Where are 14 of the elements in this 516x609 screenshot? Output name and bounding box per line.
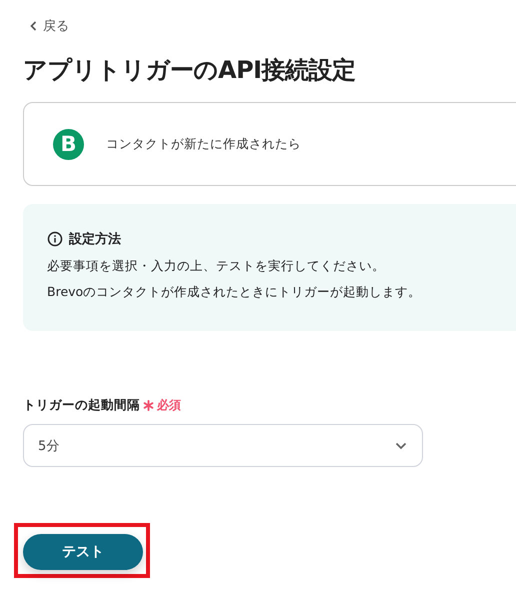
info-icon — [47, 231, 63, 247]
trigger-name: コンタクトが新たに作成されたら — [106, 136, 301, 152]
back-link[interactable]: 戻る — [30, 17, 69, 35]
info-text: 必要事項を選択・入力の上、テストを実行してください。 — [47, 258, 386, 274]
page-title: アプリトリガーのAPI接続設定 — [23, 55, 357, 85]
required-label: 必須 — [157, 397, 181, 414]
app-logo-icon: B — [53, 128, 84, 160]
info-heading: 設定方法 — [69, 230, 121, 248]
test-button[interactable]: テスト — [23, 534, 143, 570]
chevron-left-icon — [30, 21, 37, 31]
interval-select[interactable]: 5分 — [23, 424, 423, 467]
field-label: トリガーの起動間隔 — [23, 397, 140, 414]
chevron-down-icon — [395, 442, 407, 450]
info-text: Brevoのコンタクトが作成されたときにトリガーが起動します。 — [47, 284, 422, 300]
